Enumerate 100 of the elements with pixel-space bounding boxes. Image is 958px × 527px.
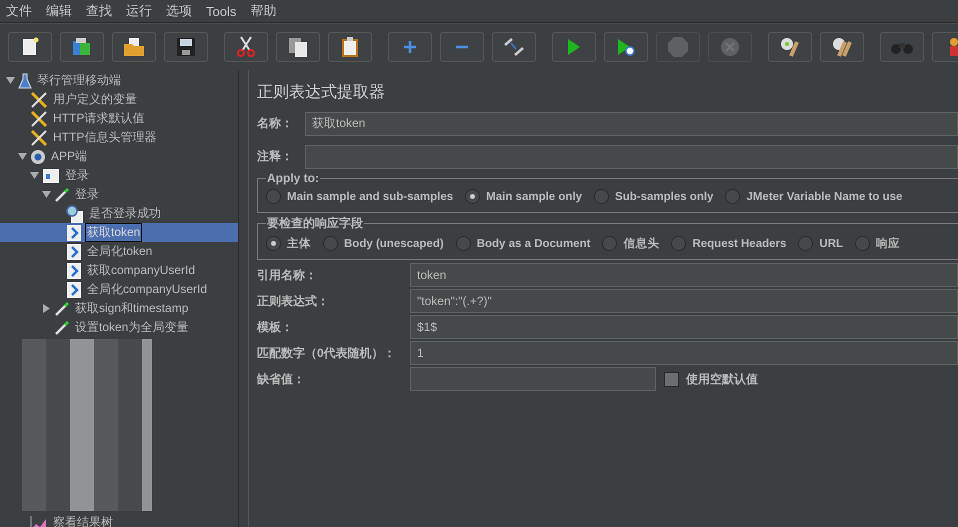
option-label: Main sample only: [486, 190, 582, 202]
pipette-icon: [54, 186, 70, 202]
toolbar-button[interactable]: [8, 32, 52, 62]
copy-icon: [287, 36, 309, 58]
toolbar-button[interactable]: [112, 32, 156, 62]
expanded-arrow-icon[interactable]: [6, 76, 14, 85]
menu-item[interactable]: Tools: [206, 4, 236, 18]
wrench-screwdriver-icon: [30, 90, 48, 108]
wrench-screwdriver-icon: [30, 128, 48, 146]
scissors-icon: [236, 36, 256, 58]
text-field[interactable]: [410, 367, 656, 391]
radio-button[interactable]: [456, 236, 471, 251]
menu-item[interactable]: 帮助: [250, 2, 276, 20]
group-title: 要检查的响应字段: [266, 215, 364, 232]
minus-icon: [455, 45, 469, 49]
radio-button[interactable]: [671, 236, 686, 251]
gear-icon: [30, 148, 46, 164]
radio-button[interactable]: [602, 236, 618, 251]
expanded-arrow-icon[interactable]: [30, 171, 38, 180]
menu-item[interactable]: 查找: [86, 2, 112, 20]
tree-item[interactable]: 获取token: [0, 223, 238, 242]
play-icon: [567, 38, 581, 56]
radio-button[interactable]: [594, 189, 610, 204]
radio-button[interactable]: [725, 189, 740, 204]
checkbox-option[interactable]: 使用空默认值: [664, 370, 758, 388]
field-label: 正则表达式：: [257, 292, 330, 310]
stop-sign-icon: [667, 36, 689, 58]
radio-option[interactable]: Request Headers: [671, 236, 786, 251]
radio-option[interactable]: Main sample only: [465, 189, 582, 204]
collapsed-arrow-icon[interactable]: [42, 304, 50, 313]
name-field[interactable]: 获取token: [305, 112, 958, 136]
blank-page-icon: [21, 37, 39, 57]
window-icon: [42, 168, 60, 184]
toolbar-button[interactable]: [604, 32, 648, 62]
menu-item[interactable]: 运行: [126, 2, 152, 20]
magnifier-icon: [66, 204, 84, 222]
cross-circle-icon: [720, 37, 740, 57]
radio-button[interactable]: [798, 236, 814, 251]
radio-button[interactable]: [266, 189, 281, 204]
field-label: 注释：: [257, 148, 294, 165]
toolbar-button[interactable]: [164, 32, 208, 62]
radio-button[interactable]: [323, 236, 338, 251]
wrench-screwdriver-icon: [30, 110, 48, 128]
pipette-icon: [54, 320, 70, 336]
option-label: Body (unescaped): [344, 238, 444, 250]
text-field[interactable]: "token":"(.+?)": [410, 289, 958, 313]
radio-option[interactable]: 信息头: [602, 236, 660, 251]
radio-option[interactable]: 主体: [266, 236, 311, 251]
folder-icon: [123, 37, 145, 57]
panel-title: 正则表达式提取器: [257, 82, 386, 103]
expanded-arrow-icon[interactable]: [42, 190, 50, 199]
clipboard-icon: [340, 36, 360, 58]
radio-option[interactable]: Main sample and sub-samples: [266, 189, 454, 204]
pipettes-icon: [503, 37, 525, 57]
menu-item[interactable]: 选项: [166, 2, 192, 20]
field-label: 引用名称：: [257, 266, 318, 284]
play-no-pause-icon: [617, 38, 635, 56]
option-label: JMeter Variable Name to use: [746, 190, 902, 202]
option-label: URL: [819, 238, 844, 250]
field-label: 名称：: [257, 115, 294, 132]
menu-item[interactable]: 文件: [6, 2, 32, 20]
chart-icon: [30, 514, 48, 527]
radio-button[interactable]: [465, 189, 480, 204]
field-label: 缺省值：: [257, 370, 306, 388]
toolbar-button[interactable]: [60, 32, 104, 62]
gear-brooms-icon: [831, 36, 853, 58]
toolbar-button[interactable]: [224, 32, 268, 62]
folders-icon: [71, 37, 93, 57]
radio-button[interactable]: [266, 236, 281, 251]
toolbar-button[interactable]: [328, 32, 372, 62]
plus-icon: [403, 40, 417, 54]
menu-item[interactable]: 编辑: [46, 2, 72, 20]
radio-option[interactable]: Body as a Document: [456, 236, 590, 251]
text-field[interactable]: token: [410, 263, 958, 287]
comment-field[interactable]: [305, 144, 958, 168]
field-label: 模板：: [257, 318, 294, 336]
radio-option[interactable]: 响应: [855, 236, 900, 251]
radio-option[interactable]: URL: [798, 236, 844, 251]
expanded-arrow-icon[interactable]: [18, 152, 26, 161]
option-label: 主体: [287, 236, 311, 251]
checkbox[interactable]: [664, 372, 679, 386]
figure-icon: [947, 37, 958, 57]
radio-option[interactable]: Sub-samples only: [594, 189, 714, 204]
radio-option[interactable]: JMeter Variable Name to use: [725, 189, 902, 204]
radio-button[interactable]: [855, 236, 870, 251]
toolbar-button[interactable]: [820, 32, 864, 62]
text-field[interactable]: $1$: [410, 315, 958, 339]
toolbar-button[interactable]: [276, 32, 320, 62]
text-field[interactable]: 1: [410, 341, 958, 365]
option-label: 响应: [876, 236, 900, 251]
gear-broom-icon: [779, 36, 801, 58]
option-label: Main sample and sub-samples: [287, 190, 454, 202]
checkbox-label: 使用空默认值: [686, 370, 758, 388]
option-label: 信息头: [623, 236, 660, 251]
toolbar-button[interactable]: [492, 32, 536, 62]
radio-option[interactable]: Body (unescaped): [323, 236, 444, 251]
group-title: Apply to:: [266, 171, 320, 185]
field-label: 匹配数字（0代表随机）：: [257, 344, 397, 362]
toolbar-button[interactable]: [768, 32, 812, 62]
option-label: Request Headers: [692, 238, 786, 250]
